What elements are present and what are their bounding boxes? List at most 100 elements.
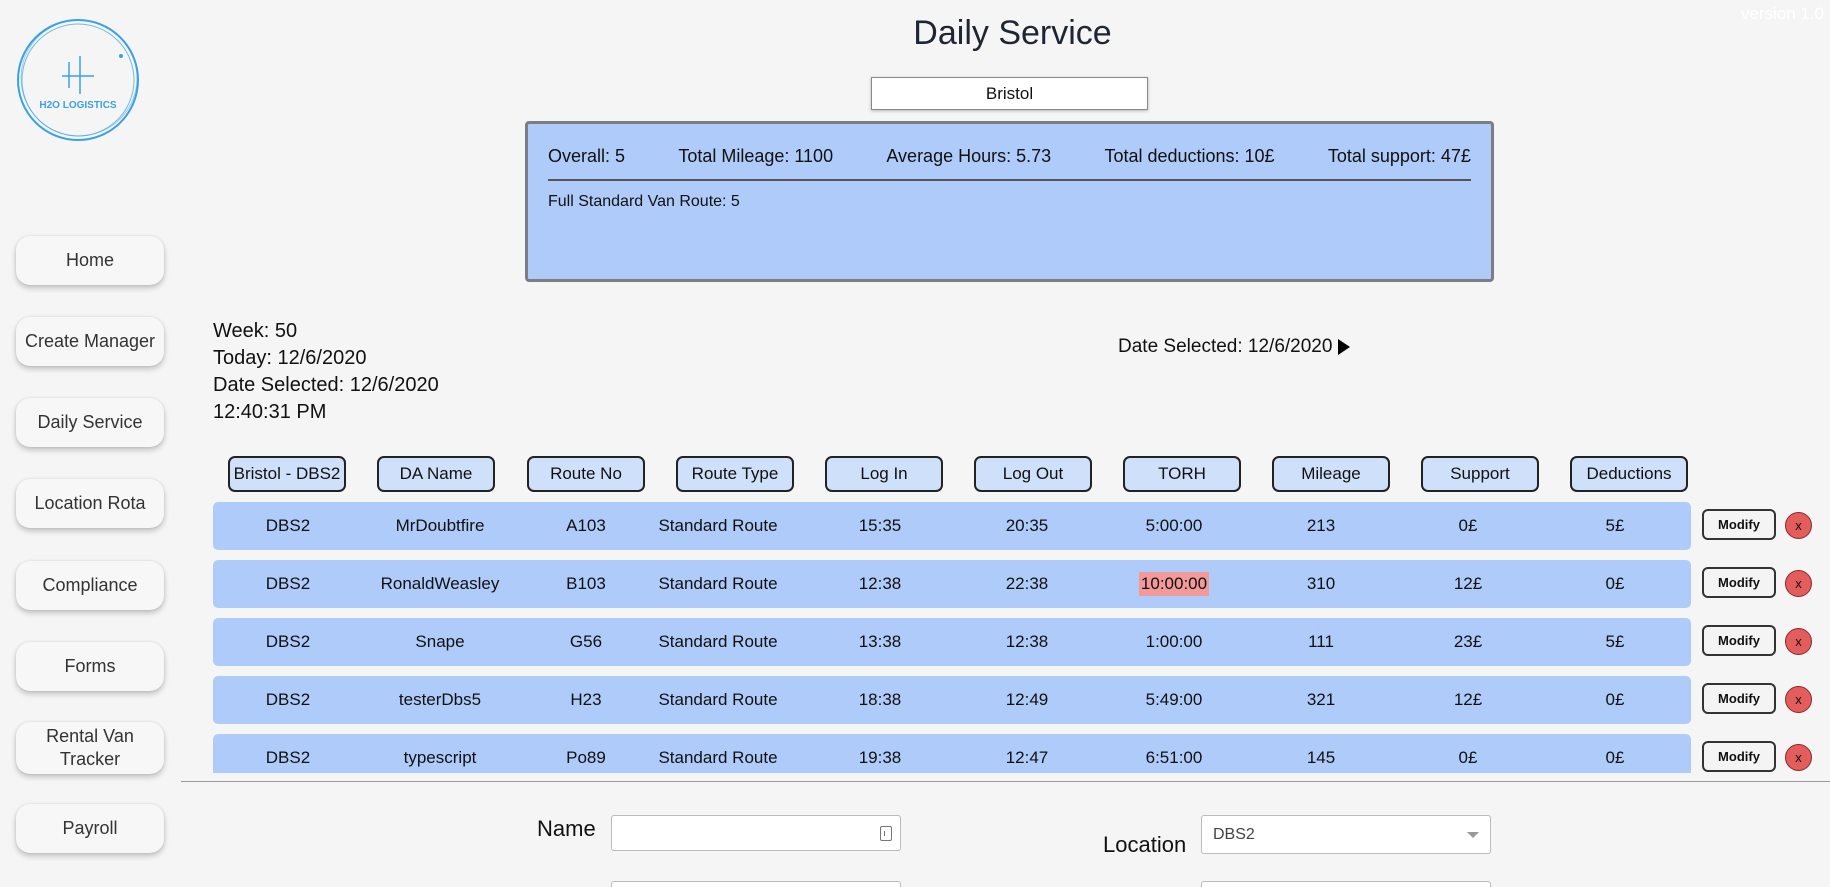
cell-mileage: 111 [1308, 632, 1334, 651]
cell-mileage: 145 [1306, 748, 1336, 767]
delete-button[interactable]: x [1785, 744, 1812, 771]
cell-mileage: 310 [1306, 574, 1336, 593]
header-route-type[interactable]: Route Type [676, 456, 794, 492]
cell-log-in: 12:38 [858, 574, 902, 593]
header-location[interactable]: Bristol - DBS2 [228, 456, 346, 492]
cell-route-type: Standard Route [658, 516, 778, 535]
cell-log-in: 13:38 [858, 632, 902, 651]
date-info: Week: 50 Today: 12/6/2020 Date Selected:… [213, 318, 439, 426]
cell-da-name: Snape [415, 632, 465, 651]
svg-text:H2O LOGISTICS: H2O LOGISTICS [39, 100, 117, 111]
table-row: DBS2 typescript Po89 Standard Route 19:3… [213, 734, 1691, 773]
modify-button[interactable]: Modify [1702, 567, 1776, 598]
cell-torh: 5:49:00 [1145, 690, 1203, 709]
cell-location: DBS2 [265, 516, 311, 535]
cell-mileage: 321 [1306, 690, 1336, 709]
modify-button[interactable]: Modify [1702, 625, 1776, 656]
date-selected-label: Date Selected: 12/6/2020 [213, 374, 439, 396]
cell-da-name: typescript [403, 748, 477, 767]
cell-log-out: 22:38 [1005, 574, 1049, 593]
cell-deductions: 5£ [1605, 632, 1625, 651]
header-log-in[interactable]: Log In [825, 456, 943, 492]
cell-location: DBS2 [265, 748, 311, 767]
cell-location: DBS2 [265, 690, 311, 709]
delete-button[interactable]: x [1785, 686, 1812, 713]
header-route-no[interactable]: Route No [527, 456, 645, 492]
table-body: DBS2 MrDoubtfire A103 Standard Route 15:… [0, 500, 1830, 773]
cell-support: 0£ [1458, 516, 1478, 535]
sidebar-item-label: Daily Service [37, 412, 143, 432]
cell-route-no: H23 [570, 690, 602, 709]
cell-route-type: Standard Route [658, 632, 778, 651]
cell-deductions: 0£ [1605, 748, 1625, 767]
sidebar-item-label: Create Manager [24, 331, 156, 351]
cell-deductions: 0£ [1605, 574, 1625, 593]
cell-support: 12£ [1453, 574, 1483, 593]
cell-route-type: Standard Route [658, 574, 778, 593]
cell-deductions: 5£ [1605, 516, 1625, 535]
cell-log-out: 20:35 [1005, 516, 1049, 535]
sidebar-item-home[interactable]: Home [16, 236, 164, 285]
cell-mileage: 213 [1306, 516, 1336, 535]
sidebar-item-daily-service[interactable]: Daily Service [16, 398, 164, 447]
header-deductions[interactable]: Deductions [1570, 456, 1688, 492]
header-mileage[interactable]: Mileage [1272, 456, 1390, 492]
name-label: Name [537, 816, 596, 841]
header-support[interactable]: Support [1421, 456, 1539, 492]
cell-torh: 6:51:00 [1145, 748, 1203, 767]
cell-route-type: Standard Route [658, 690, 778, 709]
modify-button[interactable]: Modify [1702, 683, 1776, 714]
location-select-value: DBS2 [1213, 825, 1255, 843]
section-divider [181, 781, 1830, 782]
summary-panel: Overall: 5 Total Mileage: 1100 Average H… [525, 121, 1494, 282]
sidebar-item-payroll[interactable]: Payroll [16, 804, 164, 853]
summary-hours: Average Hours: 5.73 [886, 146, 1052, 166]
header-log-out[interactable]: Log Out [974, 456, 1092, 492]
chevron-down-icon [1467, 832, 1479, 838]
summary-overall: Overall: 5 [548, 146, 626, 166]
cell-log-out: 12:47 [1005, 748, 1049, 767]
sidebar-item-create-manager[interactable]: Create Manager [16, 317, 164, 366]
modify-button[interactable]: Modify [1702, 509, 1776, 540]
summary-mileage: Total Mileage: 1100 [678, 146, 834, 166]
delete-button[interactable]: x [1785, 570, 1812, 597]
location-select[interactable]: DBS2 [1201, 815, 1491, 854]
cell-route-no: A103 [566, 516, 606, 535]
sidebar-item-label: Payroll [62, 818, 118, 838]
location-label: Location [1103, 832, 1187, 857]
table-row: DBS2 Snape G56 Standard Route 13:38 12:3… [213, 618, 1691, 666]
cell-da-name: RonaldWeasley [380, 574, 500, 593]
cell-da-name: testerDbs5 [398, 690, 482, 709]
location-selector[interactable]: Bristol [871, 77, 1148, 110]
cell-location: DBS2 [265, 632, 311, 651]
form-field-partial[interactable] [1201, 881, 1491, 887]
page-title: Daily Service [913, 14, 1112, 52]
clock-label: 12:40:31 PM [213, 401, 327, 423]
summary-support: Total support: 47£ [1327, 146, 1471, 166]
table-row: DBS2 testerDbs5 H23 Standard Route 18:38… [213, 676, 1691, 724]
delete-button[interactable]: x [1785, 512, 1812, 539]
cell-log-out: 12:38 [1005, 632, 1049, 651]
next-date-arrow-icon[interactable] [1338, 339, 1351, 355]
cell-log-in: 18:38 [858, 690, 902, 709]
form-field-partial[interactable] [611, 881, 901, 887]
cell-route-no: B103 [566, 574, 606, 593]
delete-button[interactable]: x [1785, 628, 1812, 655]
modify-button[interactable]: Modify [1702, 741, 1776, 772]
cell-torh: 5:00:00 [1145, 516, 1203, 535]
header-torh[interactable]: TORH [1123, 456, 1241, 492]
summary-route-type: Full Standard Van Route: 5 [548, 193, 740, 210]
cell-route-no: Po89 [566, 748, 606, 767]
summary-deductions: Total deductions: 10£ [1104, 146, 1275, 166]
today-label: Today: 12/6/2020 [213, 347, 367, 369]
autofill-icon [880, 826, 892, 841]
cell-route-type: Standard Route [658, 748, 778, 767]
cell-torh-highlighted: 10:00:00 [1099, 560, 1249, 608]
week-label: Week: 50 [213, 320, 298, 342]
cell-support: 12£ [1453, 690, 1483, 709]
name-input[interactable] [611, 815, 901, 851]
cell-location: DBS2 [265, 574, 311, 593]
date-nav-label: Date Selected: 12/6/2020 [1118, 336, 1333, 357]
header-da-name[interactable]: DA Name [377, 456, 495, 492]
cell-da-name: MrDoubtfire [395, 516, 485, 535]
